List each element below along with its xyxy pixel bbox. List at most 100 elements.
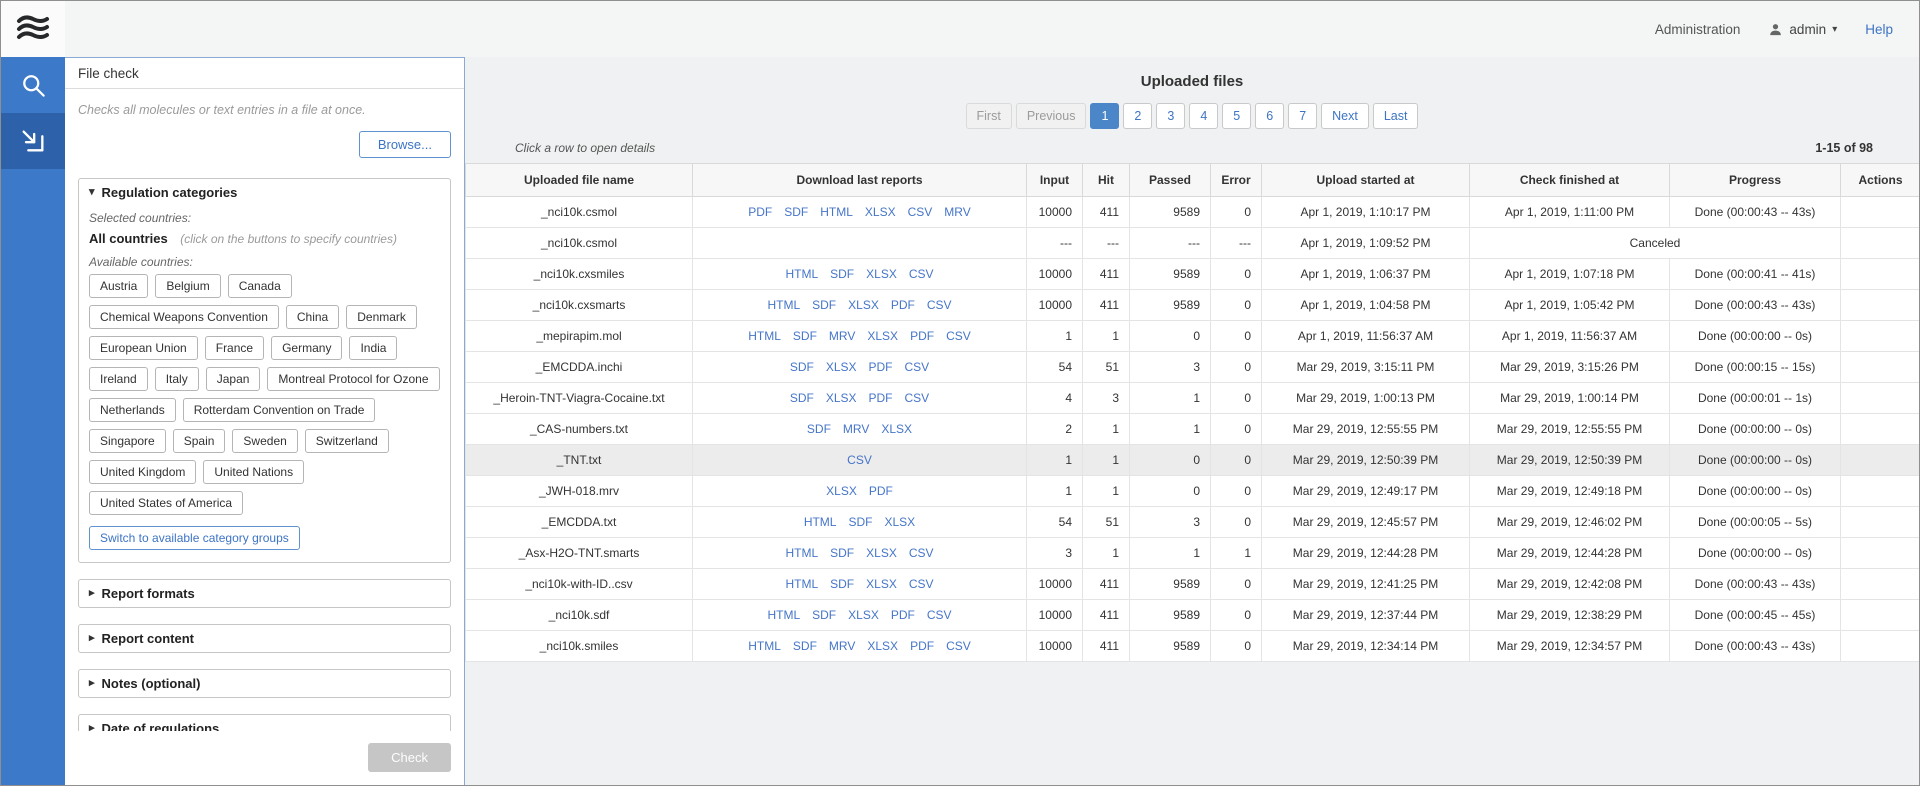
- report-link-sdf[interactable]: SDF: [812, 608, 836, 622]
- report-link-sdf[interactable]: SDF: [784, 205, 808, 219]
- country-button[interactable]: Singapore: [89, 429, 166, 453]
- country-button[interactable]: European Union: [89, 336, 198, 360]
- app-logo[interactable]: [1, 1, 65, 57]
- report-link-xlsx[interactable]: XLSX: [826, 484, 857, 498]
- table-row[interactable]: _mepirapim.molHTMLSDFMRVXLSXPDFCSV1100Ap…: [466, 321, 1920, 352]
- report-link-csv[interactable]: CSV: [909, 546, 934, 560]
- report-link-xlsx[interactable]: XLSX: [881, 422, 912, 436]
- report-link-csv[interactable]: CSV: [908, 205, 933, 219]
- report-link-sdf[interactable]: SDF: [830, 546, 854, 560]
- country-button[interactable]: Canada: [228, 274, 292, 298]
- page-button-7[interactable]: 7: [1288, 103, 1317, 129]
- report-link-csv[interactable]: CSV: [905, 391, 930, 405]
- page-button-1[interactable]: 1: [1090, 103, 1119, 129]
- report-link-html[interactable]: HTML: [767, 298, 800, 312]
- table-row[interactable]: _CAS-numbers.txtSDFMRVXLSX2110Mar 29, 20…: [466, 414, 1920, 445]
- report-link-csv[interactable]: CSV: [909, 577, 934, 591]
- report-link-pdf[interactable]: PDF: [891, 608, 915, 622]
- table-row[interactable]: _Asx-H2O-TNT.smartsHTMLSDFXLSXCSV3111Mar…: [466, 538, 1920, 569]
- report-link-pdf[interactable]: PDF: [748, 205, 772, 219]
- accordion-report-content-header[interactable]: ▸Report content: [79, 625, 450, 652]
- table-row[interactable]: _nci10k-with-ID..csvHTMLSDFXLSXCSV100004…: [466, 569, 1920, 600]
- country-button[interactable]: Germany: [271, 336, 342, 360]
- report-link-sdf[interactable]: SDF: [790, 391, 814, 405]
- country-button[interactable]: Sweden: [232, 429, 297, 453]
- report-link-mrv[interactable]: MRV: [944, 205, 970, 219]
- page-button-5[interactable]: 5: [1222, 103, 1251, 129]
- report-link-mrv[interactable]: MRV: [829, 329, 855, 343]
- report-link-sdf[interactable]: SDF: [790, 360, 814, 374]
- report-link-mrv[interactable]: MRV: [829, 639, 855, 653]
- country-button[interactable]: Ireland: [89, 367, 148, 391]
- accordion-report-formats-header[interactable]: ▸Report formats: [79, 580, 450, 607]
- report-link-csv[interactable]: CSV: [905, 360, 930, 374]
- report-link-pdf[interactable]: PDF: [869, 484, 893, 498]
- nav-file-check[interactable]: [1, 113, 65, 169]
- report-link-sdf[interactable]: SDF: [848, 515, 872, 529]
- table-row[interactable]: _EMCDDA.inchiSDFXLSXPDFCSV545130Mar 29, …: [466, 352, 1920, 383]
- country-button[interactable]: United Nations: [203, 460, 304, 484]
- report-link-pdf[interactable]: PDF: [910, 639, 934, 653]
- report-link-xlsx[interactable]: XLSX: [884, 515, 915, 529]
- table-row[interactable]: _EMCDDA.txtHTMLSDFXLSX545130Mar 29, 2019…: [466, 507, 1920, 538]
- country-button[interactable]: Denmark: [346, 305, 417, 329]
- page-button-next[interactable]: Next: [1321, 103, 1369, 129]
- report-link-html[interactable]: HTML: [767, 608, 800, 622]
- help-link[interactable]: Help: [1865, 22, 1893, 37]
- country-button[interactable]: United States of America: [89, 491, 243, 515]
- country-button[interactable]: Chemical Weapons Convention: [89, 305, 279, 329]
- page-button-6[interactable]: 6: [1255, 103, 1284, 129]
- page-button-3[interactable]: 3: [1156, 103, 1185, 129]
- country-button[interactable]: Belgium: [155, 274, 220, 298]
- report-link-html[interactable]: HTML: [785, 577, 818, 591]
- report-link-xlsx[interactable]: XLSX: [848, 298, 879, 312]
- report-link-xlsx[interactable]: XLSX: [867, 329, 898, 343]
- table-row[interactable]: _Heroin-TNT-Viagra-Cocaine.txtSDFXLSXPDF…: [466, 383, 1920, 414]
- report-link-sdf[interactable]: SDF: [793, 329, 817, 343]
- table-row[interactable]: _nci10k.smilesHTMLSDFMRVXLSXPDFCSV100004…: [466, 631, 1920, 662]
- table-row[interactable]: _nci10k.csmol------------Apr 1, 2019, 1:…: [466, 228, 1920, 259]
- country-button[interactable]: Rotterdam Convention on Trade: [183, 398, 376, 422]
- report-link-csv[interactable]: CSV: [847, 453, 872, 467]
- table-row[interactable]: _JWH-018.mrvXLSXPDF1100Mar 29, 2019, 12:…: [466, 476, 1920, 507]
- report-link-csv[interactable]: CSV: [909, 267, 934, 281]
- page-button-2[interactable]: 2: [1123, 103, 1152, 129]
- report-link-pdf[interactable]: PDF: [869, 360, 893, 374]
- report-link-html[interactable]: HTML: [748, 329, 781, 343]
- report-link-csv[interactable]: CSV: [927, 608, 952, 622]
- report-link-sdf[interactable]: SDF: [807, 422, 831, 436]
- table-row[interactable]: _nci10k.csmolPDFSDFHTMLXLSXCSVMRV1000041…: [466, 197, 1920, 228]
- report-link-pdf[interactable]: PDF: [891, 298, 915, 312]
- report-link-xlsx[interactable]: XLSX: [866, 577, 897, 591]
- report-link-xlsx[interactable]: XLSX: [867, 639, 898, 653]
- country-button[interactable]: Netherlands: [89, 398, 176, 422]
- country-button[interactable]: China: [286, 305, 339, 329]
- report-link-xlsx[interactable]: XLSX: [826, 360, 857, 374]
- accordion-notes-optional-header[interactable]: ▸Notes (optional): [79, 670, 450, 697]
- country-button[interactable]: Spain: [173, 429, 226, 453]
- nav-search[interactable]: [1, 57, 65, 113]
- check-button[interactable]: Check: [368, 743, 451, 772]
- user-menu[interactable]: admin ▾: [1768, 22, 1837, 37]
- country-button[interactable]: Austria: [89, 274, 148, 298]
- country-button[interactable]: France: [205, 336, 264, 360]
- report-link-sdf[interactable]: SDF: [793, 639, 817, 653]
- table-row[interactable]: _TNT.txtCSV1100Mar 29, 2019, 12:50:39 PM…: [466, 445, 1920, 476]
- country-button[interactable]: Japan: [206, 367, 261, 391]
- report-link-xlsx[interactable]: XLSX: [866, 546, 897, 560]
- report-link-html[interactable]: HTML: [820, 205, 853, 219]
- country-button[interactable]: India: [349, 336, 397, 360]
- report-link-csv[interactable]: CSV: [946, 329, 971, 343]
- table-row[interactable]: _nci10k.cxsmilesHTMLSDFXLSXCSV1000041195…: [466, 259, 1920, 290]
- report-link-xlsx[interactable]: XLSX: [826, 391, 857, 405]
- report-link-sdf[interactable]: SDF: [830, 577, 854, 591]
- country-button[interactable]: Italy: [155, 367, 199, 391]
- accordion-regulation-header[interactable]: ▾ Regulation categories: [79, 179, 450, 206]
- country-button[interactable]: Switzerland: [305, 429, 389, 453]
- administration-link[interactable]: Administration: [1655, 22, 1741, 37]
- report-link-csv[interactable]: CSV: [927, 298, 952, 312]
- country-button[interactable]: United Kingdom: [89, 460, 196, 484]
- report-link-mrv[interactable]: MRV: [843, 422, 869, 436]
- report-link-xlsx[interactable]: XLSX: [865, 205, 896, 219]
- page-button-last[interactable]: Last: [1373, 103, 1419, 129]
